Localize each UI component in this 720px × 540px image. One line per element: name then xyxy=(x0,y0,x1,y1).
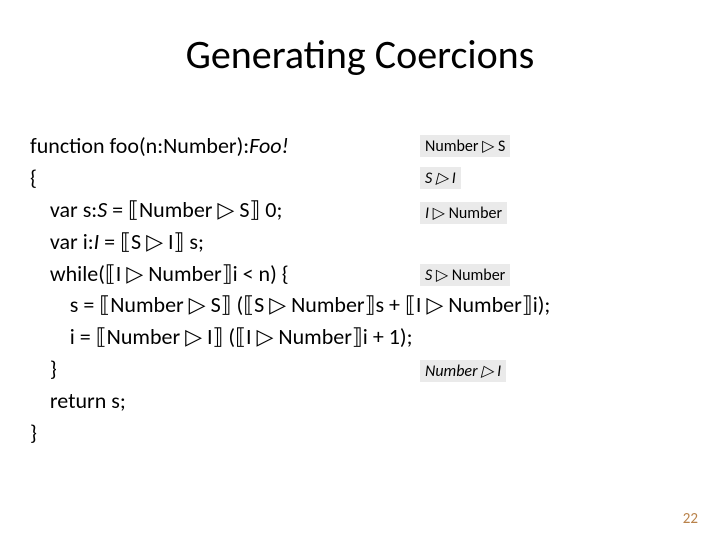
code-line-4: var i:I = ⟦S ▷ I⟧ s; xyxy=(30,228,204,255)
page-number: 22 xyxy=(683,510,698,528)
annotation-number-to-s: Number ▷ S xyxy=(420,135,510,157)
code-line-2: { xyxy=(30,164,37,191)
annotation-s-to-number: S ▷ Number xyxy=(420,264,510,286)
code-line-10: } xyxy=(30,419,37,446)
slide-title: Generating Coercions xyxy=(0,30,720,79)
annotation-i-to-number: I ▷ Number xyxy=(420,202,507,224)
code-line-8: } xyxy=(30,355,57,382)
annotation-s-to-i: S ▷ I xyxy=(420,167,461,189)
code-line-3: var s:S = ⟦Number ▷ S⟧ 0; xyxy=(30,196,282,223)
code-line-9: return s; xyxy=(30,387,126,414)
code-line-1: function foo(n:Number):Foo! xyxy=(30,132,289,159)
code-block: function foo(n:Number):Foo! { var s:S = … xyxy=(30,130,550,449)
code-line-7: i = ⟦Number ▷ I⟧ (⟦I ▷ Number⟧i + 1); xyxy=(30,323,412,350)
code-line-5: while(⟦I ▷ Number⟧i < n) { xyxy=(30,260,289,287)
code-line-6: s = ⟦Number ▷ S⟧ (⟦S ▷ Number⟧s + ⟦I ▷ N… xyxy=(30,291,550,318)
annotation-number-to-i: Number ▷ I xyxy=(420,360,506,382)
